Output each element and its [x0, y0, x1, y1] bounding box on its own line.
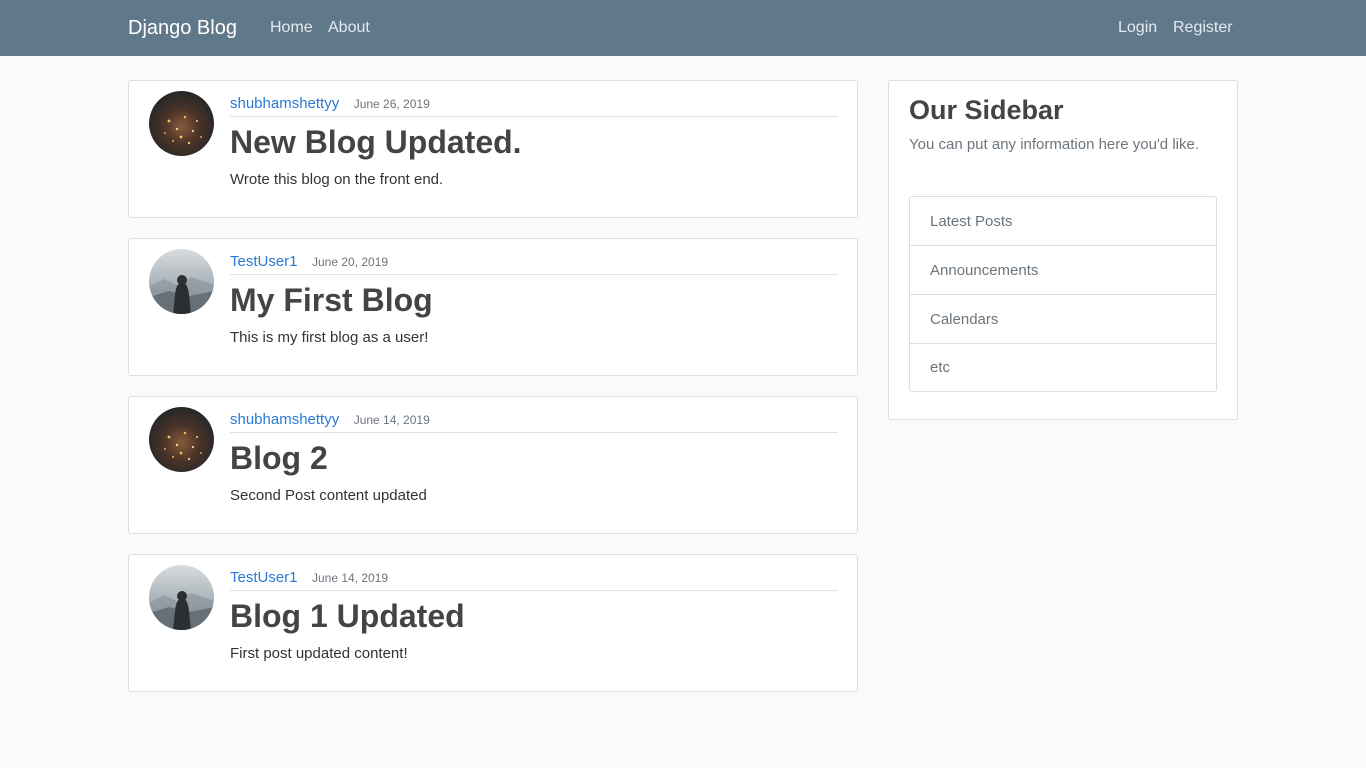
sidebar-list: Latest Posts Announcements Calendars etc — [909, 196, 1217, 392]
post-author-link[interactable]: shubhamshettyy — [230, 95, 339, 112]
sidebar: Our Sidebar You can put any information … — [888, 80, 1238, 420]
post-card: TestUser1 June 20, 2019 My First Blog Th… — [128, 238, 858, 376]
post-date: June 14, 2019 — [353, 413, 430, 427]
navbar: Django Blog Home About Login Register — [0, 0, 1366, 56]
nav-register-link[interactable]: Register — [1173, 18, 1233, 38]
post-author-link[interactable]: TestUser1 — [230, 253, 298, 270]
post-content: Second Post content updated — [230, 487, 427, 504]
hooded-figure-avatar-icon — [149, 565, 214, 630]
post-meta: TestUser1 June 14, 2019 — [230, 567, 838, 591]
post-title-link[interactable]: Blog 2 — [230, 438, 328, 478]
sidebar-item-calendars[interactable]: Calendars — [910, 295, 1216, 344]
city-lights-avatar-icon — [149, 91, 214, 156]
post-card: shubhamshettyy June 26, 2019 New Blog Up… — [128, 80, 858, 218]
post-date: June 20, 2019 — [311, 255, 389, 269]
post-author-link[interactable]: TestUser1 — [230, 569, 298, 586]
post-card: TestUser1 June 14, 2019 Blog 1 Updated F… — [128, 554, 858, 692]
post-content: This is my first blog as a user! — [230, 329, 429, 346]
sidebar-description: You can put any information here you'd l… — [909, 136, 1199, 153]
sidebar-item-etc[interactable]: etc — [910, 344, 1216, 391]
post-content: Wrote this blog on the front end. — [230, 171, 444, 188]
post-meta: TestUser1 June 20, 2019 — [230, 251, 838, 275]
post-meta: shubhamshettyy June 26, 2019 — [230, 93, 838, 117]
city-lights-avatar-icon — [149, 407, 214, 472]
post-date: June 26, 2019 — [353, 97, 430, 111]
nav-home-link[interactable]: Home — [270, 18, 313, 38]
hooded-figure-avatar-icon — [149, 249, 214, 314]
post-title-link[interactable]: New Blog Updated. — [230, 122, 522, 162]
post-date: June 14, 2019 — [311, 571, 389, 585]
sidebar-title: Our Sidebar — [909, 95, 1064, 125]
post-title-link[interactable]: Blog 1 Updated — [230, 596, 465, 636]
nav-login-link[interactable]: Login — [1118, 18, 1157, 38]
post-meta: shubhamshettyy June 14, 2019 — [230, 409, 838, 433]
sidebar-item-announcements[interactable]: Announcements — [910, 246, 1216, 295]
post-content: First post updated content! — [230, 645, 408, 662]
post-title-link[interactable]: My First Blog — [230, 280, 433, 320]
sidebar-item-latest-posts[interactable]: Latest Posts — [910, 197, 1216, 246]
post-list: shubhamshettyy June 26, 2019 New Blog Up… — [128, 80, 858, 712]
brand-link[interactable]: Django Blog — [128, 16, 237, 40]
post-card: shubhamshettyy June 14, 2019 Blog 2 Seco… — [128, 396, 858, 534]
post-author-link[interactable]: shubhamshettyy — [230, 411, 339, 428]
nav-about-link[interactable]: About — [328, 18, 370, 38]
